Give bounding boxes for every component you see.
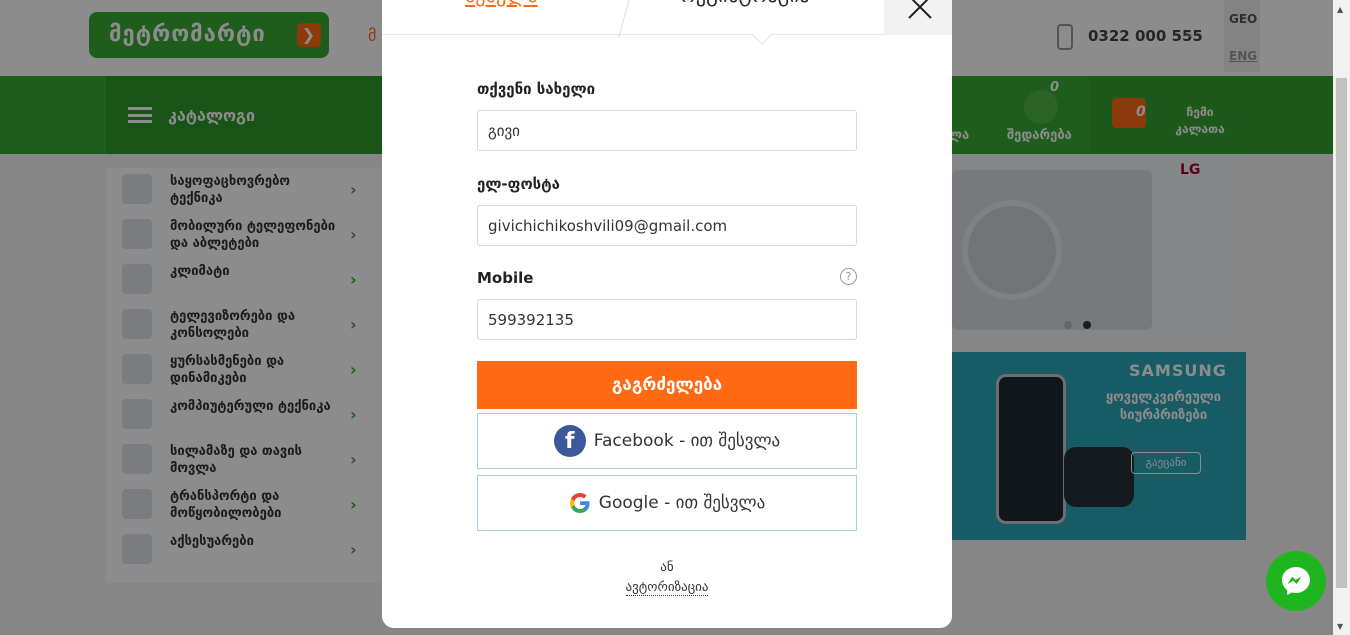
email-label: ელ-ფოსტა xyxy=(477,175,560,193)
tab-login[interactable]: შესვლა xyxy=(465,0,538,10)
tab-divider xyxy=(618,0,635,38)
google-button-label: Google - ით შესვლა xyxy=(598,493,766,513)
name-field[interactable] xyxy=(477,110,857,151)
google-login-button[interactable]: Google - ით შესვლა xyxy=(477,475,857,531)
continue-button[interactable]: გაგრძელება xyxy=(477,361,857,409)
facebook-button-label: Facebook - ით შესვლა xyxy=(593,431,781,451)
scroll-up-icon[interactable]: ▲ xyxy=(1337,5,1343,14)
mobile-label: Mobile xyxy=(477,269,534,287)
scrollbar-thumb[interactable] xyxy=(1336,78,1347,588)
registration-modal: შესვლა რეგისტრაცია თქვენი სახელი ელ-ფოსტ… xyxy=(382,0,952,628)
mobile-field[interactable] xyxy=(477,299,857,340)
facebook-icon: f xyxy=(553,425,586,457)
scroll-down-icon[interactable]: ▼ xyxy=(1337,622,1343,631)
email-field[interactable] xyxy=(477,205,857,246)
close-button[interactable] xyxy=(884,0,952,35)
modal-tabs: შესვლა რეგისტრაცია xyxy=(382,0,952,45)
name-label: თქვენი სახელი xyxy=(477,80,596,98)
active-tab-pointer xyxy=(752,25,772,45)
login-link[interactable]: ავტორიზაცია xyxy=(382,580,952,596)
facebook-login-button[interactable]: f Facebook - ით შესვლა xyxy=(477,413,857,469)
or-text: ან xyxy=(660,560,674,575)
messenger-icon xyxy=(1282,567,1310,595)
close-icon xyxy=(908,0,932,19)
google-icon xyxy=(569,493,590,513)
login-link-label: ავტორიზაცია xyxy=(625,580,709,596)
messenger-chat-button[interactable] xyxy=(1266,551,1326,611)
tab-register[interactable]: რეგისტრაცია xyxy=(680,0,810,10)
help-icon[interactable]: ? xyxy=(840,268,857,285)
